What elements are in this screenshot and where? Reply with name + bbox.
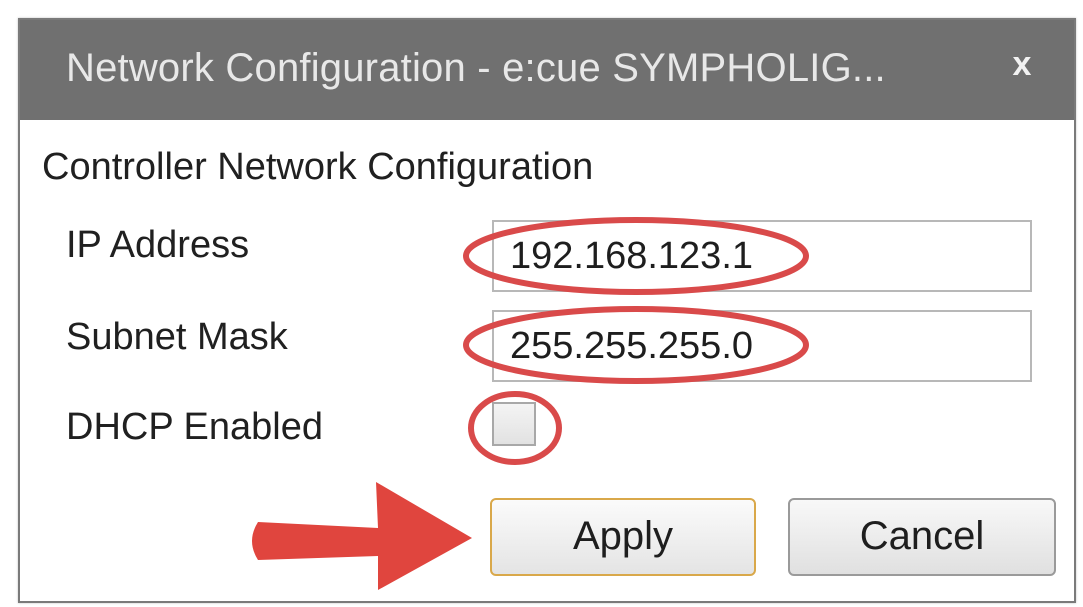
dialog-body: Controller Network Configuration IP Addr…: [20, 120, 1074, 601]
screenshot-stage: Network Configuration - e:cue SYMPHOLIG.…: [0, 0, 1083, 607]
close-icon[interactable]: x: [1002, 44, 1042, 84]
subnet-mask-label: Subnet Mask: [66, 316, 288, 358]
ip-address-input[interactable]: [492, 220, 1032, 292]
apply-button[interactable]: Apply: [490, 498, 756, 576]
ip-address-label: IP Address: [66, 224, 250, 266]
cancel-button[interactable]: Cancel: [788, 498, 1056, 576]
dhcp-enabled-checkbox[interactable]: [492, 402, 536, 446]
subnet-mask-input[interactable]: [492, 310, 1032, 382]
title-bar[interactable]: Network Configuration - e:cue SYMPHOLIG.…: [20, 20, 1074, 120]
network-configuration-dialog: Network Configuration - e:cue SYMPHOLIG.…: [18, 18, 1076, 603]
window-title: Network Configuration - e:cue SYMPHOLIG.…: [66, 46, 886, 90]
dhcp-enabled-label: DHCP Enabled: [66, 406, 324, 448]
group-title: Controller Network Configuration: [42, 146, 594, 188]
